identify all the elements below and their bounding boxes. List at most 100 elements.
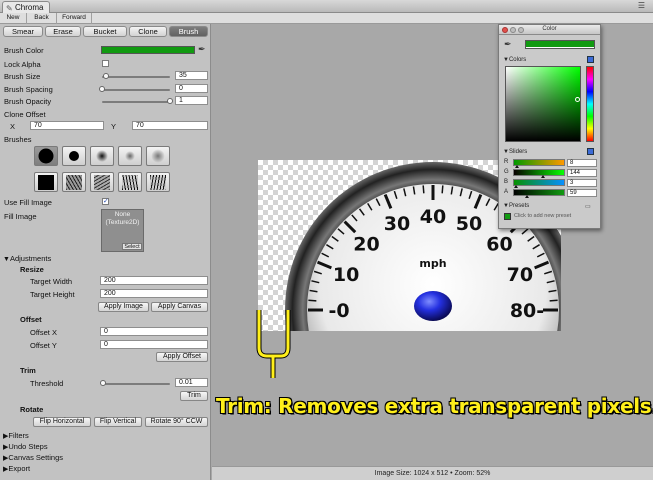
color-picker-cursor[interactable] [575,97,580,102]
brush-opacity-field[interactable]: 1 [175,96,208,105]
tool-brush-button[interactable]: Brush [169,26,208,37]
brush-grass-2[interactable] [146,172,170,192]
channel-field-a[interactable]: 59 [567,189,597,197]
brush-soft-small[interactable] [118,146,142,166]
close-window-icon[interactable] [502,27,508,33]
brush-square[interactable] [34,172,58,192]
add-preset-hint[interactable]: Click to add new preset [514,213,571,219]
brush-color-swatch[interactable] [101,46,195,54]
brush-color-label: Brush Color [4,46,44,55]
channel-slider-r[interactable] [513,159,565,166]
brush-texture-1[interactable] [62,172,86,192]
filters-foldout[interactable]: ▶Filters [3,431,29,441]
threshold-field[interactable]: 0.01 [175,378,208,387]
brush-noise[interactable] [146,146,170,166]
brush-soft-medium[interactable] [90,146,114,166]
tool-bucket-button[interactable]: Bucket [83,26,127,37]
presets-section-header[interactable]: ▼Presets [503,203,529,209]
flip-vertical-button[interactable]: Flip Vertical [94,417,142,427]
brush-size-slider[interactable] [102,76,170,78]
color-mode-icon[interactable] [587,56,594,63]
undo-steps-foldout[interactable]: ▶Undo Steps [3,442,48,452]
color-window-titlebar[interactable]: Color [499,25,600,35]
color-window[interactable]: Color ✒ ▼Colors ▼Sliders R 8 G 144 B 3 A 59 ▼Pr… [498,24,601,229]
channel-slider-a[interactable] [513,189,565,196]
brush-texture-2[interactable] [90,172,114,192]
clone-x-field[interactable]: 70 [30,121,104,130]
use-fill-image-checkbox[interactable]: ✓ [102,198,109,205]
add-preset-icon[interactable] [504,213,511,220]
nav-bar: New Back Forward [0,13,653,24]
clone-y-field[interactable]: 70 [132,121,208,130]
channel-field-r[interactable]: 8 [567,159,597,167]
eyedropper-icon[interactable]: ✒ [198,44,206,55]
minimize-window-icon[interactable] [510,27,516,33]
channel-slider-marker[interactable] [513,185,518,188]
channel-slider-g[interactable] [513,169,565,176]
tool-smear-button[interactable]: Smear [3,26,43,37]
slider-mode-icon[interactable] [587,148,594,155]
channel-slider-marker[interactable] [541,175,546,178]
offset-y-label: Offset Y [30,341,57,350]
rotate-ccw-button[interactable]: Rotate 90° CCW [145,417,208,427]
brush-hard-medium[interactable] [62,146,86,166]
channel-field-b[interactable]: 3 [567,179,597,187]
flip-horizontal-button[interactable]: Flip Horizontal [33,417,91,427]
gauge-tick-label: 50 [456,213,482,235]
brush-size-label: Brush Size [4,72,41,81]
apply-offset-button[interactable]: Apply Offset [156,352,208,362]
export-foldout[interactable]: ▶Export [3,464,30,474]
apply-canvas-button[interactable]: Apply Canvas [151,302,208,312]
eyedropper-icon[interactable]: ✒ [504,39,512,50]
brush-hard-large[interactable] [34,146,58,166]
zoom-window-icon[interactable] [518,27,524,33]
target-height-field[interactable]: 200 [100,289,208,298]
apply-image-button[interactable]: Apply Image [98,302,149,312]
forward-button[interactable]: Forward [57,13,92,24]
hue-slider[interactable] [586,66,594,142]
presets-menu-icon[interactable]: ▭ [585,203,591,210]
fill-image-select-button[interactable]: Select [122,243,142,250]
brush-spacing-field[interactable]: 0 [175,84,208,93]
brush-opacity-label: Brush Opacity [4,97,52,106]
brush-size-field[interactable]: 35 [175,71,208,80]
threshold-slider-knob[interactable] [99,380,106,386]
brush-grass-1[interactable] [118,172,142,192]
tool-bar: Smear Erase Bucket Clone Brush [1,26,211,38]
brush-opacity-slider[interactable] [102,101,170,103]
offset-x-label: Offset X [30,328,57,337]
tool-erase-button[interactable]: Erase [45,26,81,37]
fill-image-slot[interactable]: None (Texture2D) Select [101,209,144,252]
adjustments-label: Adjustments [9,254,52,263]
channel-slider-b[interactable] [513,179,565,186]
brush-spacing-label: Brush Spacing [4,85,53,94]
channel-slider-marker[interactable] [524,195,529,198]
canvas-settings-foldout[interactable]: ▶Canvas Settings [3,453,63,463]
window-controls[interactable]: ☰ [638,1,649,10]
gauge-tick-label: 70 [507,264,533,286]
colors-section-header[interactable]: ▼Colors [503,57,526,63]
offset-x-field[interactable]: 0 [100,327,208,336]
trim-button[interactable]: Trim [180,391,208,401]
sliders-section-header[interactable]: ▼Sliders [503,149,527,155]
lock-alpha-checkbox[interactable] [102,60,109,67]
target-width-field[interactable]: 200 [100,276,208,285]
brush-spacing-slider[interactable] [102,89,170,91]
undo-steps-label: Undo Steps [8,442,48,451]
brush-spacing-slider-knob[interactable] [99,86,105,92]
channel-field-g[interactable]: 144 [567,169,597,177]
tab-title: Chroma [15,3,44,12]
offset-y-field[interactable]: 0 [100,340,208,349]
use-fill-image-label: Use Fill Image [4,198,52,207]
gauge-minor-tick [441,185,444,194]
brush-opacity-slider-knob[interactable] [167,98,173,104]
channel-slider-marker[interactable] [514,165,519,168]
new-button[interactable]: New [0,13,27,24]
saturation-value-picker[interactable] [505,66,581,142]
threshold-slider[interactable] [102,383,170,385]
back-button[interactable]: Back [27,13,57,24]
tab-chroma[interactable]: ✎ Chroma [2,1,50,13]
offset-label: Offset [20,315,42,324]
adjustments-foldout[interactable]: ▼Adjustments [3,254,51,264]
tool-clone-button[interactable]: Clone [129,26,167,37]
